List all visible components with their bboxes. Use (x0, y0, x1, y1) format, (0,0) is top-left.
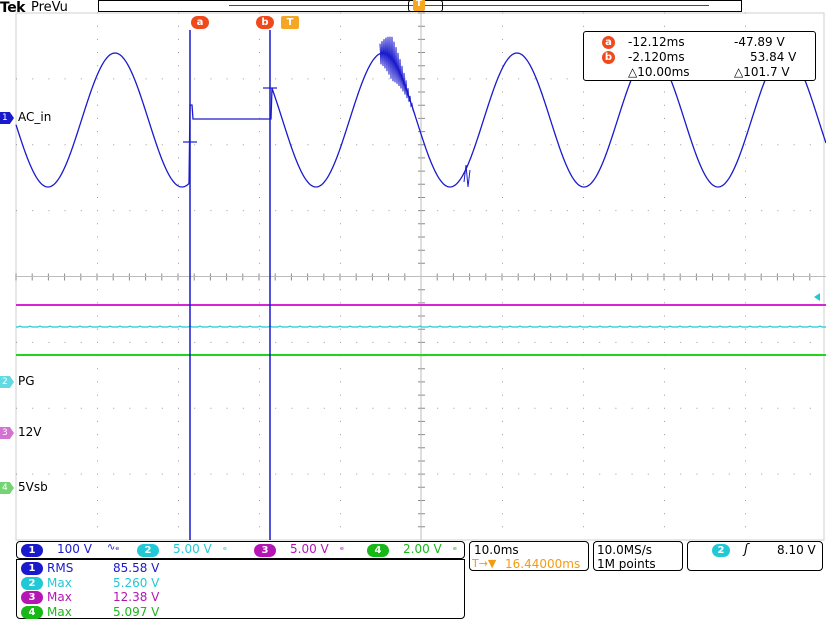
measurement-1-type: RMS (47, 561, 74, 575)
measurement-2-source-badge: 2 (21, 576, 43, 590)
trigger-source-badge: 2 (712, 544, 730, 557)
measurement-3-value: 12.38 V (113, 590, 160, 604)
cursor-delta-time: △10.00ms (628, 65, 690, 79)
trigger-panel[interactable]: 2 ʃ 8.10 V (687, 541, 823, 571)
measurement-3-type: Max (47, 590, 72, 604)
measurement-1-value: 85.58 V (113, 561, 160, 575)
acquisition-panel[interactable]: 10.0MS/s 1M points (593, 541, 683, 571)
measurement-4-value: 5.097 V (113, 604, 160, 619)
trigger-slope-icon: ʃ (744, 542, 749, 557)
trigger-position-prefix: T→▼ (472, 557, 497, 570)
ch3-label: 12V (18, 425, 42, 439)
trigger-position-value: 16.44000ms (505, 557, 581, 571)
ch2-waveform (16, 325, 826, 328)
waveform-graticule (15, 12, 826, 541)
record-length: 1M points (597, 557, 656, 571)
ch1-coupling-icon: ∿ₑ (107, 542, 120, 553)
ch4-scale: 2.00 V (403, 542, 442, 556)
cursor-delta-value: △101.7 V (734, 65, 790, 79)
ch1-noise-burst (379, 36, 416, 116)
ch2-coupling-icon: ₑ (223, 542, 228, 553)
cursor-b-time: -2.120ms (628, 50, 685, 64)
ch4-label: 5Vsb (18, 480, 48, 494)
measurement-2-type: Max (47, 575, 72, 590)
cursor-b-icon: b (602, 51, 615, 64)
ch1-scale: 100 V (57, 542, 92, 556)
channel-settings-bar: 1 100 V ∿ₑ 2 5.00 V ₑ 3 5.00 V ₑ 4 2.00 V ₑ (16, 541, 465, 559)
ch3-settings-badge[interactable]: 3 (254, 544, 276, 557)
graticule-center-ticks (15, 12, 811, 528)
graticule-grid (15, 12, 826, 541)
horizontal-scale: 10.0ms (474, 543, 519, 557)
measurement-1-source-badge: 1 (21, 562, 43, 575)
cursor-a-icon: a (602, 36, 615, 49)
measurement-4-type: Max (47, 604, 72, 619)
sample-rate: 10.0MS/s (597, 543, 652, 557)
ch1-label: AC_in (18, 110, 52, 124)
measurement-4-source-badge: 4 (21, 605, 43, 619)
ch1-settings-badge[interactable]: 1 (21, 544, 43, 557)
trigger-level: 8.10 V (777, 543, 816, 557)
measurements-panel: 1 RMS 85.58 V 2 Max 5.260 V 3 Max 12.38 V 4 Max 5.0… (16, 559, 465, 619)
ch4-coupling-icon: ₑ (453, 542, 458, 553)
cursor-a-marker[interactable]: a (191, 16, 209, 29)
ch4-settings-badge[interactable]: 4 (367, 544, 389, 557)
cursor-a-time: -12.12ms (628, 35, 685, 49)
trigger-position-marker[interactable]: T (281, 16, 299, 29)
measurement-3-source-badge: 3 (21, 591, 43, 604)
cursor-readout-panel: a -12.12ms -47.89 V b -2.120ms 53.84 V △… (583, 31, 816, 81)
cursor-b-marker[interactable]: b (256, 16, 274, 29)
cursor-a-value: -47.89 V (734, 35, 785, 49)
cursor-b-value: 53.84 V (750, 50, 797, 64)
ch2-scale: 5.00 V (173, 542, 212, 556)
timebase-panel[interactable]: 10.0ms T→▼ 16.44000ms (469, 541, 589, 571)
oscilloscope-screen: Tek PreVu a b T T a -12.12ms -47.89 V b … (0, 0, 826, 620)
graticule-dots (16, 12, 811, 528)
trigger-level-marker[interactable] (814, 293, 820, 301)
trigger-overview-marker: T (413, 0, 425, 11)
ch2-settings-badge[interactable]: 2 (137, 544, 159, 557)
ch3-scale: 5.00 V (290, 542, 329, 556)
cursor-lines (183, 30, 277, 540)
measurement-2-value: 5.260 V (113, 575, 160, 590)
ch2-label: PG (18, 374, 35, 388)
ch3-coupling-icon: ₑ (340, 542, 345, 553)
